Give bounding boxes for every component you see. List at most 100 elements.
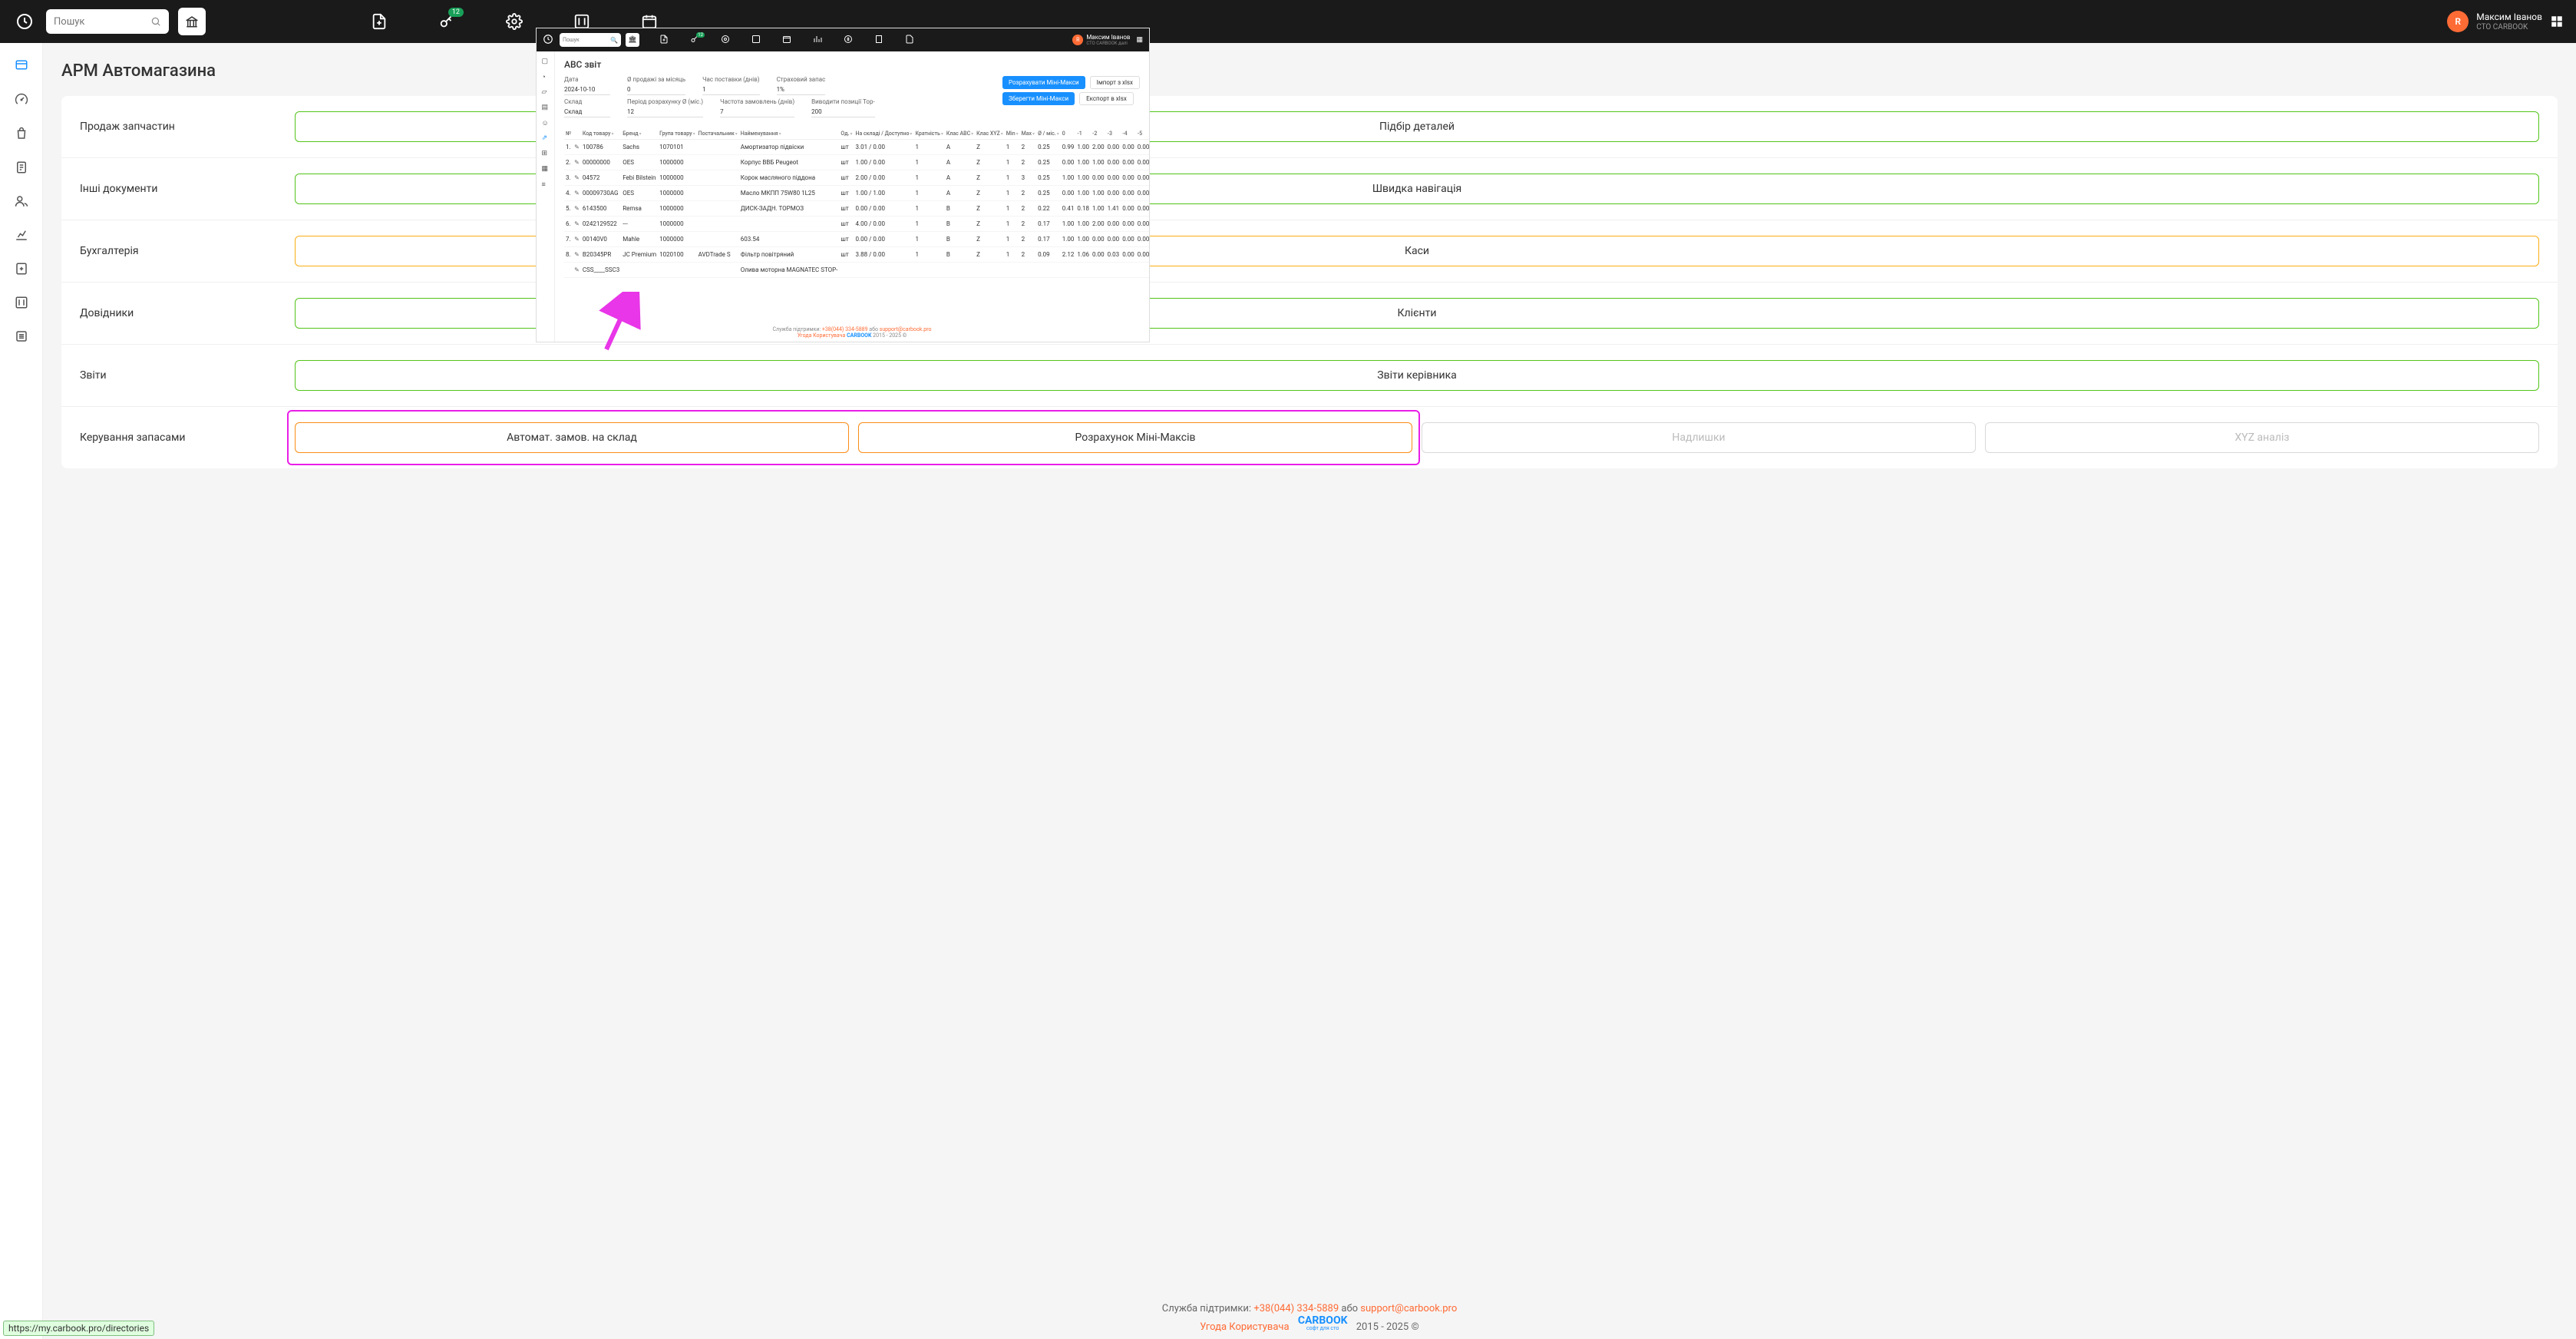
sidebar-chart-icon[interactable] xyxy=(14,227,29,243)
table-header[interactable]: № xyxy=(564,128,573,140)
overlay-gear-icon[interactable] xyxy=(721,35,732,45)
sidebar-doc-icon[interactable] xyxy=(14,160,29,175)
overlay-search-input[interactable] xyxy=(563,37,610,43)
table-header[interactable]: Група товару▾ xyxy=(658,128,697,140)
table-cell: 2 xyxy=(1020,201,1036,217)
agreement-link[interactable]: Угода Користувача xyxy=(1200,1321,1289,1333)
table-cell xyxy=(945,263,975,278)
ov-sb-chart[interactable]: ⇗ xyxy=(542,134,550,142)
key-icon[interactable]: 12 xyxy=(436,11,457,32)
overlay-file-icon[interactable] xyxy=(905,35,916,45)
table-cell xyxy=(1061,263,1076,278)
support-email[interactable]: support@carbook.pro xyxy=(1360,1303,1457,1314)
table-header[interactable]: Код товару▾ xyxy=(581,128,621,140)
table-header[interactable]: Кратність▾ xyxy=(913,128,944,140)
sidebar-dashboard-icon[interactable] xyxy=(14,58,29,74)
calc-button[interactable]: Розрахувати Міні-Макси xyxy=(1002,76,1085,89)
overlay-key-icon[interactable]: 12 xyxy=(690,35,701,45)
edit-icon[interactable]: ✎ xyxy=(574,159,580,166)
import-button[interactable]: Імпорт з xlsx xyxy=(1090,76,1140,89)
overlay-sliders-icon[interactable] xyxy=(751,35,762,45)
table-cell: 0.00 xyxy=(1091,232,1106,247)
table-header[interactable]: На складі / Доступно▾ xyxy=(854,128,914,140)
export-button[interactable]: Експорт в xlsx xyxy=(1079,92,1134,105)
table-header[interactable]: -1 xyxy=(1075,128,1091,140)
ov-sb-bag[interactable]: ▱ xyxy=(542,88,550,96)
filter-value[interactable]: 2024-10-10 xyxy=(564,84,610,95)
table-header[interactable]: -4 xyxy=(1121,128,1136,140)
overlay-calendar-icon[interactable] xyxy=(782,35,793,45)
gear-icon[interactable] xyxy=(504,11,525,32)
table-row: 4.✎00009730AGOES1000000Масло МКПП 75W80 … xyxy=(564,186,1149,201)
apps-grid-icon[interactable] xyxy=(2550,15,2564,28)
section-button[interactable]: Автомат. замов. на склад xyxy=(295,422,849,453)
table-header[interactable]: Од.▾ xyxy=(839,128,854,140)
ov-sb-users[interactable]: ☺ xyxy=(542,119,550,127)
edit-icon[interactable]: ✎ xyxy=(574,220,580,227)
overlay-receipt-icon[interactable] xyxy=(874,35,885,45)
table-header[interactable]: Min▾ xyxy=(1005,128,1020,140)
or-text: або xyxy=(1341,1303,1360,1314)
table-cell: 0.00 xyxy=(1136,186,1149,201)
edit-icon[interactable]: ✎ xyxy=(574,174,580,181)
section-button[interactable]: Звіти керівника xyxy=(295,360,2539,391)
new-doc-icon[interactable] xyxy=(368,11,390,32)
filter-value[interactable]: 7 xyxy=(720,107,794,117)
edit-icon[interactable]: ✎ xyxy=(574,190,580,197)
sidebar-list-icon[interactable] xyxy=(14,329,29,344)
sidebar-bag-icon[interactable] xyxy=(14,126,29,141)
table-header[interactable]: Клас ABC▾ xyxy=(945,128,975,140)
table-header[interactable]: -5 xyxy=(1136,128,1149,140)
search-box[interactable] xyxy=(46,9,169,34)
table-header[interactable]: Ø / міс.▾ xyxy=(1036,128,1061,140)
table-header[interactable]: Бренд▾ xyxy=(621,128,658,140)
table-header[interactable]: Клас XYZ▾ xyxy=(975,128,1005,140)
overlay-newdoc-icon[interactable] xyxy=(659,35,670,45)
overlay-apps-icon[interactable]: ▦ xyxy=(1136,36,1143,44)
support-phone[interactable]: +38(044) 334-5889 xyxy=(1253,1303,1339,1314)
table-header[interactable]: Постачальник▾ xyxy=(697,128,739,140)
sidebar-speedometer-icon[interactable] xyxy=(14,92,29,107)
ov-sb-speed[interactable]: ◔ xyxy=(542,73,550,81)
edit-icon[interactable]: ✎ xyxy=(574,236,580,243)
table-header[interactable]: Max▾ xyxy=(1020,128,1036,140)
sidebar-grid-icon[interactable] xyxy=(14,295,29,310)
ov-sb-doc[interactable]: ▤ xyxy=(542,104,550,111)
table-header[interactable]: 0 xyxy=(1061,128,1076,140)
edit-icon[interactable]: ✎ xyxy=(574,144,580,150)
search-input[interactable] xyxy=(54,16,147,28)
table-cell: 1.00 xyxy=(1075,186,1091,201)
sidebar-add-doc-icon[interactable] xyxy=(14,261,29,276)
sidebar-users-icon[interactable] xyxy=(14,193,29,209)
save-button[interactable]: Зберегти Міні-Макси xyxy=(1002,92,1075,105)
table-header[interactable]: Найменування▾ xyxy=(739,128,840,140)
ov-sb-dashboard[interactable]: ▢ xyxy=(542,58,550,65)
overlay-money-icon[interactable] xyxy=(844,35,854,45)
edit-icon[interactable]: ✎ xyxy=(574,205,580,212)
section-button[interactable]: Розрахунок Міні-Максів xyxy=(858,422,1412,453)
overlay-bank-icon[interactable]: 🏛 xyxy=(626,33,639,47)
filter-value[interactable]: 200 xyxy=(811,107,875,117)
filter-value[interactable]: 1% xyxy=(777,84,826,95)
edit-icon[interactable]: ✎ xyxy=(574,251,580,258)
overlay-user-name: Максим Іванов xyxy=(1086,35,1130,41)
overlay-avatar[interactable]: R xyxy=(1072,35,1083,45)
overlay-stats-icon[interactable] xyxy=(813,35,824,45)
filter-value[interactable]: Склад xyxy=(564,107,610,117)
edit-icon[interactable]: ✎ xyxy=(574,266,580,273)
filter-value[interactable]: 0 xyxy=(627,84,685,95)
ov-sb-list[interactable]: ≡ xyxy=(542,180,550,188)
ov-sb-add[interactable]: ⊞ xyxy=(542,150,550,157)
bank-button[interactable] xyxy=(178,8,206,35)
filter-value[interactable]: 1 xyxy=(702,84,760,95)
avatar[interactable]: R xyxy=(2447,11,2469,32)
overlay-search[interactable]: 🔍 xyxy=(560,33,621,47)
section-row: Продаж запчастинПідбір деталей xyxy=(61,96,2558,158)
section-button[interactable]: XYZ аналіз xyxy=(1985,422,2539,453)
table-header[interactable] xyxy=(573,128,581,140)
ov-sb-grid[interactable]: ▦ xyxy=(542,165,550,173)
filter-value[interactable]: 12 xyxy=(627,107,703,117)
table-header[interactable]: -3 xyxy=(1106,128,1121,140)
table-header[interactable]: -2 xyxy=(1091,128,1106,140)
section-button[interactable]: Надлишки xyxy=(1422,422,1976,453)
